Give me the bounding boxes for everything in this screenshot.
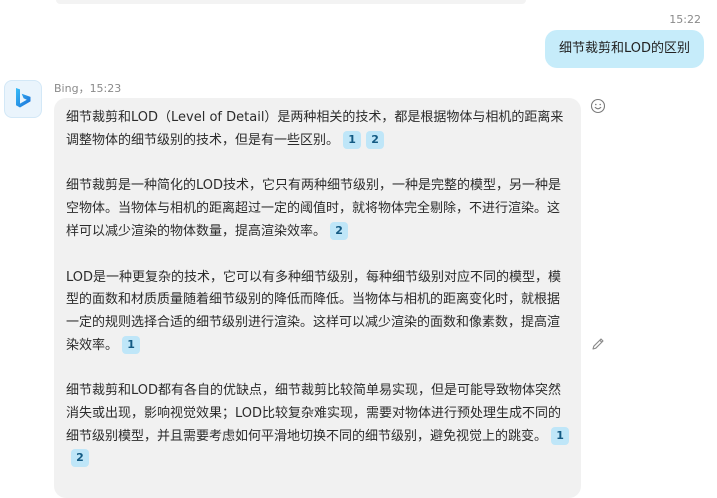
- bing-logo-icon: [16, 88, 31, 108]
- bot-author: Bing: [54, 82, 79, 95]
- answer-paragraph-1: 细节裁剪和LOD（Level of Detail）是两种相关的技术，都是根据物体…: [66, 107, 569, 152]
- bot-message-time: 15:23: [89, 82, 122, 95]
- citation-link[interactable]: 1: [343, 130, 362, 149]
- answer-paragraph-2: 细节裁剪是一种简化的LOD技术，它只有两种细节级别，一种是完整的模型，另一种是空…: [66, 175, 569, 243]
- smiley-icon[interactable]: [589, 97, 607, 115]
- meta-separator: ，: [78, 82, 90, 95]
- paragraph-text: 细节裁剪是一种简化的LOD技术，它只有两种细节级别，一种是完整的模型，另一种是空…: [66, 178, 562, 239]
- bot-message-meta: Bing，15:23: [54, 80, 121, 96]
- user-message-bubble: 细节裁剪和LOD的区别: [544, 30, 704, 68]
- citation-link[interactable]: 2: [366, 130, 385, 149]
- citation-link[interactable]: 2: [330, 221, 349, 240]
- answer-paragraph-3: LOD是一种更复杂的技术，它可以有多种细节级别，每种细节级别对应不同的模型，模型…: [66, 267, 569, 358]
- citation-link[interactable]: 1: [551, 426, 570, 445]
- citation-link[interactable]: 1: [122, 335, 141, 354]
- paragraph-text: LOD是一种更复杂的技术，它可以有多种细节级别，每种细节级别对应不同的模型，模型…: [66, 269, 562, 353]
- answer-paragraph-4: 细节裁剪和LOD都有各自的优缺点，细节裁剪比较简单易实现，但是可能导致物体突然消…: [66, 380, 570, 471]
- user-message-time: 15:22: [669, 13, 701, 26]
- pencil-icon[interactable]: [589, 335, 607, 353]
- paragraph-text: 细节裁剪和LOD（Level of Detail）是两种相关的技术，都是根据物体…: [66, 110, 564, 148]
- bing-avatar: [4, 80, 42, 118]
- paragraph-text: 细节裁剪和LOD都有各自的优缺点，细节裁剪比较简单易实现，但是可能导致物体突然消…: [66, 383, 562, 444]
- previous-message-edge: [56, 0, 526, 4]
- citation-link[interactable]: 2: [71, 449, 89, 468]
- bot-message-bubble: 细节裁剪和LOD（Level of Detail）是两种相关的技术，都是根据物体…: [54, 98, 581, 498]
